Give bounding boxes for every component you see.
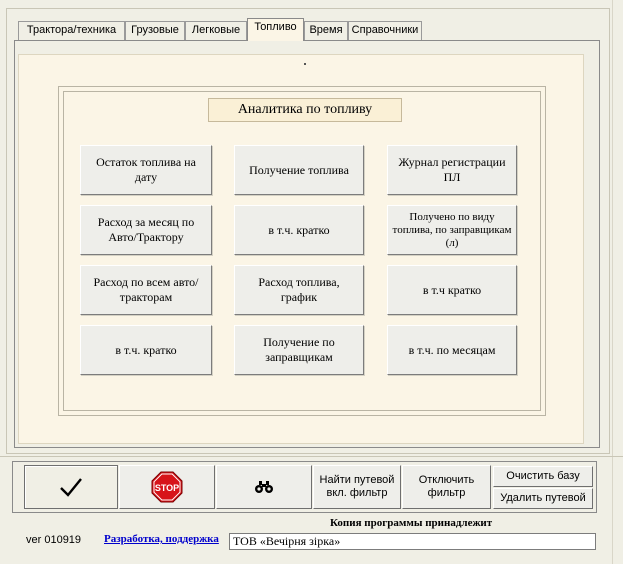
search-button[interactable] bbox=[216, 465, 312, 509]
by-months-button[interactable]: в т.ч. по месяцам bbox=[387, 325, 517, 375]
binoculars-icon bbox=[255, 481, 273, 493]
button-label: Расход по всем авто/тракторам bbox=[93, 275, 199, 304]
button-label: в т.ч. кратко bbox=[268, 222, 330, 237]
stop-sign-icon: STOP bbox=[151, 471, 183, 503]
version-label: ver 010919 bbox=[26, 534, 82, 546]
fuel-receipt-button[interactable]: Получение топлива bbox=[234, 145, 364, 195]
button-label: в т.ч. кратко bbox=[115, 342, 177, 357]
window-edge bbox=[612, 0, 613, 564]
tab-fuel[interactable]: Топливо bbox=[247, 18, 304, 41]
receipt-brief-button[interactable]: в т.ч. кратко bbox=[234, 205, 364, 255]
button-label: в т.ч кратко bbox=[422, 282, 482, 297]
dot-marker bbox=[304, 63, 306, 65]
analytics-title: Аналитика по топливу bbox=[208, 98, 402, 122]
dev-support-link[interactable]: Разработка, поддержка bbox=[104, 533, 219, 545]
monthly-consumption-button[interactable]: Расход за месяц по Авто/Трактору bbox=[80, 205, 212, 255]
received-by-fuel-type-button[interactable]: Получено по виду топлива, по заправщикам… bbox=[387, 205, 517, 255]
button-label: Получение топлива bbox=[249, 162, 349, 177]
all-vehicles-consumption-button[interactable]: Расход по всем авто/тракторам bbox=[80, 265, 212, 315]
stop-button[interactable]: STOP bbox=[119, 465, 215, 509]
button-label: Получено по виду топлива, по заправщикам… bbox=[392, 210, 512, 249]
find-waybill-button[interactable]: Найти путевой вкл. фильтр bbox=[313, 465, 401, 509]
receipt-by-fuelers-button[interactable]: Получение по заправщикам bbox=[234, 325, 364, 375]
copy-owner-label: Копия программы принадлежит bbox=[330, 517, 493, 529]
waybill-journal-button[interactable]: Журнал регистрации ПЛ bbox=[387, 145, 517, 195]
confirm-button[interactable] bbox=[24, 465, 118, 509]
separator bbox=[0, 456, 623, 457]
button-label: Получение по заправщикам bbox=[263, 335, 335, 364]
tab-tractors[interactable]: Трактора/техника bbox=[18, 21, 125, 40]
consumption-chart-button[interactable]: Расход топлива, график bbox=[234, 265, 364, 315]
tab-references[interactable]: Справочники bbox=[348, 21, 422, 40]
all-vehicles-brief-button[interactable]: в т.ч. кратко bbox=[80, 325, 212, 375]
button-label: Очистить базу bbox=[506, 470, 580, 482]
button-label: Расход за месяц по Авто/Трактору bbox=[97, 215, 195, 244]
fuel-balance-button[interactable]: Остаток топлива на дату bbox=[80, 145, 212, 195]
button-label: Найти путевой вкл. фильтр bbox=[319, 474, 395, 499]
stop-label: STOP bbox=[155, 483, 179, 493]
button-label: Расход топлива, график bbox=[258, 275, 340, 304]
clear-db-button[interactable]: Очистить базу bbox=[493, 466, 593, 487]
by-fuel-type-brief-button[interactable]: в т.ч кратко bbox=[387, 265, 517, 315]
button-label: Остаток топлива на дату bbox=[96, 155, 196, 184]
disable-filter-button[interactable]: Отключить фильтр bbox=[402, 465, 491, 509]
owner-field: ТОВ «Вечірня зірка» bbox=[229, 533, 596, 550]
tab-cars[interactable]: Легковые bbox=[185, 21, 247, 40]
tab-time[interactable]: Время bbox=[304, 21, 348, 40]
button-label: Журнал регистрации ПЛ bbox=[398, 155, 506, 184]
checkmark-icon bbox=[60, 478, 82, 497]
button-label: Удалить путевой bbox=[500, 492, 586, 504]
button-label: в т.ч. по месяцам bbox=[408, 342, 496, 357]
tab-trucks[interactable]: Грузовые bbox=[125, 21, 185, 40]
delete-waybill-button[interactable]: Удалить путевой bbox=[493, 488, 593, 509]
button-label: Отключить фильтр bbox=[418, 474, 475, 499]
